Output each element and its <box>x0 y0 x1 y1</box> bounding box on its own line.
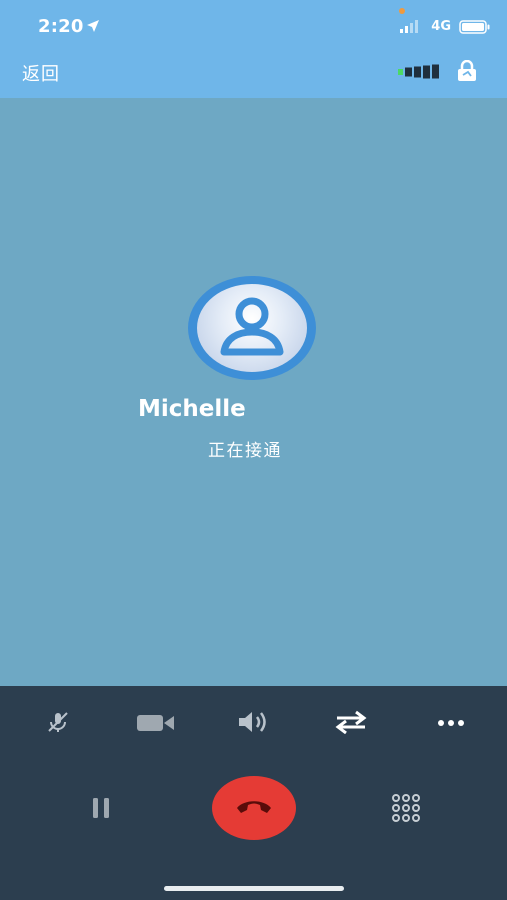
avatar-inner <box>197 284 307 372</box>
video-icon[interactable] <box>136 712 176 734</box>
user-icon <box>214 294 290 362</box>
privacy-indicator <box>399 8 405 14</box>
top-header: 2:20 4G 返回 <box>0 0 507 98</box>
encryption-icon[interactable] <box>456 59 478 82</box>
end-call-icon <box>234 794 274 822</box>
status-time: 2:20 <box>38 16 84 37</box>
contact-name: Michelle <box>138 396 246 422</box>
avatar <box>188 276 316 380</box>
network-type: 4G <box>431 18 451 34</box>
call-screen: Michelle 正在接通 <box>0 98 507 686</box>
location-arrow-icon <box>86 18 100 32</box>
back-button[interactable]: 返回 <box>22 60 60 86</box>
more-icon[interactable] <box>436 718 466 728</box>
call-status: 正在接通 <box>208 441 282 461</box>
mute-icon[interactable] <box>46 710 70 734</box>
hold-icon[interactable] <box>90 796 112 820</box>
transfer-icon[interactable] <box>334 710 368 734</box>
status-right-group: 4G <box>399 17 491 35</box>
status-bar: 2:20 4G <box>0 0 507 54</box>
call-quality-icon[interactable] <box>398 63 440 79</box>
speaker-icon[interactable] <box>236 708 272 736</box>
battery-icon <box>459 19 491 34</box>
end-call-button[interactable] <box>212 776 296 840</box>
home-indicator <box>164 886 344 891</box>
nav-bar: 返回 <box>0 54 507 98</box>
keypad-icon[interactable] <box>390 794 422 822</box>
signal-icon <box>399 18 421 34</box>
call-controls <box>0 686 507 900</box>
